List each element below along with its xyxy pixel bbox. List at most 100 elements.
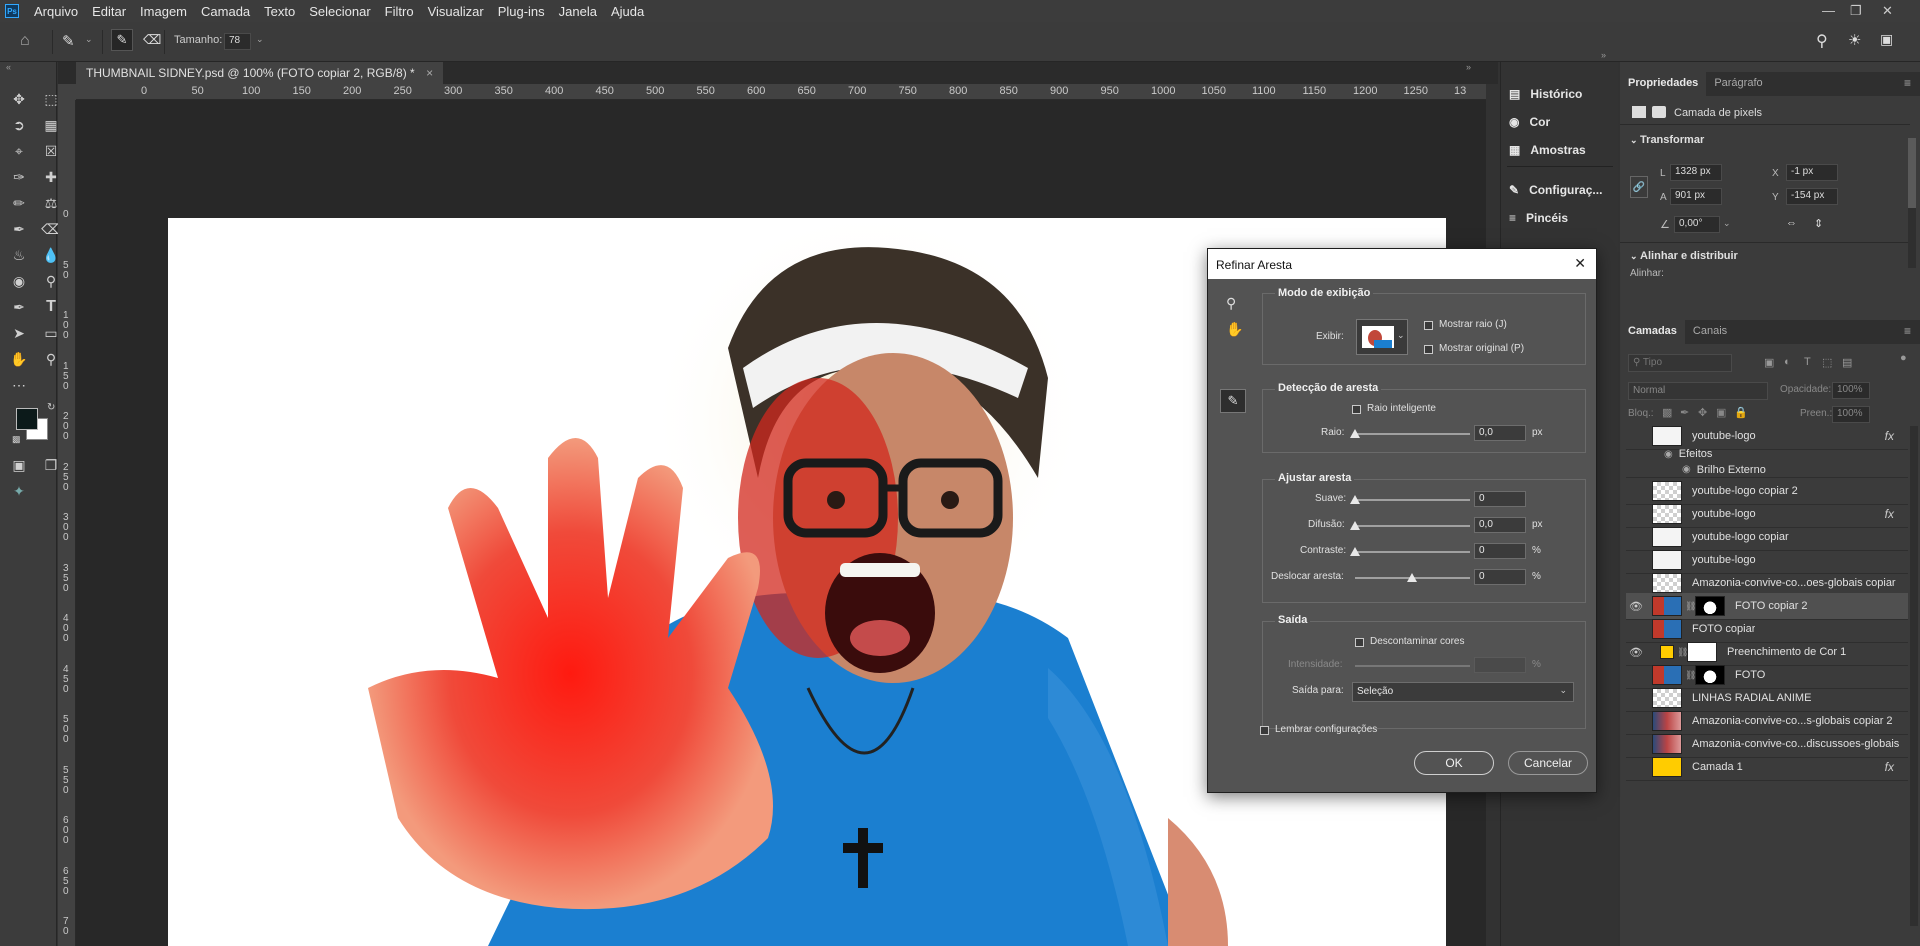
brush-tool-icon[interactable]: ✏	[8, 192, 30, 214]
properties-menu-icon[interactable]: ≡	[1904, 76, 1911, 90]
radius-input[interactable]: 0,0	[1474, 425, 1526, 441]
tab-properties[interactable]: Propriedades	[1620, 72, 1707, 96]
mask-link-icon[interactable]: ⛓	[1677, 647, 1688, 658]
menu-filtro[interactable]: Filtro	[378, 4, 421, 19]
brush-settings-panel-button[interactable]: ✎ Configuraç...	[1509, 180, 1602, 200]
x-position-input[interactable]: -1 px	[1786, 164, 1838, 181]
show-radius-checkbox[interactable]	[1424, 321, 1433, 330]
size-dropdown-chevron-icon[interactable]: ⌄	[256, 34, 264, 45]
show-original-checkbox[interactable]	[1424, 345, 1433, 354]
lock-transparent-icon[interactable]: ▩	[1662, 406, 1672, 419]
erase-refinements-tool-icon[interactable]: ⌫	[143, 32, 161, 48]
document-tab[interactable]: THUMBNAIL SIDNEY.psd @ 100% (FOTO copiar…	[76, 62, 444, 84]
path-selection-tool-icon[interactable]: ➤	[8, 322, 30, 344]
properties-scrollbar[interactable]	[1908, 138, 1916, 268]
search-icon[interactable]: ⚲	[1816, 31, 1828, 51]
more-tools-icon[interactable]: ⋯	[8, 374, 30, 396]
tab-layers[interactable]: Camadas	[1620, 320, 1685, 344]
menu-selecionar[interactable]: Selecionar	[302, 4, 377, 19]
menu-janela[interactable]: Janela	[552, 4, 604, 19]
fx-icon[interactable]: fx	[1885, 429, 1894, 443]
move-tool-icon[interactable]: ✥	[8, 88, 30, 110]
layer-mask-thumbnail[interactable]	[1695, 665, 1725, 685]
foreground-color-swatch-top[interactable]	[16, 408, 38, 430]
filter-toggle-icon[interactable]: ●	[1900, 352, 1907, 364]
swap-colors-icon[interactable]: ↻	[47, 402, 55, 413]
feather-input[interactable]: 0,0	[1474, 517, 1526, 533]
flip-horizontal-icon[interactable]: ⇔	[1786, 217, 1797, 229]
mask-icon[interactable]	[1652, 106, 1666, 118]
effect-row[interactable]: ◉ Brilho Externo	[1626, 462, 1908, 478]
radius-slider[interactable]	[1355, 433, 1470, 435]
remember-settings-checkbox[interactable]	[1260, 726, 1269, 735]
menu-texto[interactable]: Texto	[257, 4, 302, 19]
smart-radius-checkbox[interactable]	[1352, 405, 1361, 414]
link-dimensions-icon[interactable]: 🔗	[1630, 176, 1648, 198]
eye-icon[interactable]: 👁	[1626, 600, 1646, 613]
feather-slider[interactable]	[1355, 525, 1470, 527]
y-position-input[interactable]: -154 px	[1786, 188, 1838, 205]
tool-preset-chevron-icon[interactable]: ⌄	[85, 34, 93, 45]
zoom-tool-icon[interactable]: ⚲	[1226, 295, 1236, 312]
swatches-panel-button[interactable]: ▦ Amostras	[1509, 140, 1586, 160]
eye-icon[interactable]: 👁	[1626, 646, 1646, 659]
mask-link-icon[interactable]: ⛓	[1685, 670, 1696, 681]
tab-channels[interactable]: Canais	[1685, 320, 1735, 344]
default-colors-icon[interactable]: ▩	[12, 434, 21, 445]
minimize-icon[interactable]: —	[1822, 3, 1835, 18]
layer-mask-thumbnail[interactable]	[1695, 596, 1725, 616]
crop-tool-icon[interactable]: ⌖	[8, 140, 30, 162]
smooth-input[interactable]: 0	[1474, 491, 1526, 507]
lock-all-icon[interactable]: 🔒	[1734, 406, 1748, 419]
opacity-input[interactable]: 100%	[1832, 382, 1870, 399]
home-icon[interactable]: ⌂	[20, 32, 30, 50]
mask-link-icon[interactable]: ⛓	[1685, 601, 1696, 612]
eye-icon[interactable]: ◉	[1664, 449, 1673, 460]
feather-slider-thumb[interactable]	[1350, 521, 1360, 530]
angle-input[interactable]: 0,00°	[1674, 216, 1720, 233]
size-input[interactable]: 78	[224, 33, 251, 50]
pen-tool-icon[interactable]: ✒	[8, 296, 30, 318]
hand-tool-icon[interactable]: ✋	[8, 348, 30, 370]
filter-smart-object-icon[interactable]: ▤	[1842, 356, 1852, 369]
contrast-slider-thumb[interactable]	[1350, 547, 1360, 556]
shift-edge-slider-thumb[interactable]	[1407, 573, 1417, 582]
history-brush-tool-icon[interactable]: ✒	[8, 218, 30, 240]
lasso-tool-icon[interactable]: ➲	[8, 114, 30, 136]
menu-plugins[interactable]: Plug-ins	[491, 4, 552, 19]
lock-artboard-icon[interactable]: ▣	[1716, 406, 1726, 419]
layer-mask-thumbnail[interactable]	[1687, 642, 1717, 662]
collapse-toolbar-icon[interactable]: «	[6, 62, 11, 72]
layers-scrollbar[interactable]	[1910, 426, 1918, 926]
quick-selection-tool-icon[interactable]: ✎	[62, 32, 75, 50]
transform-section-title[interactable]: ⌄ Transformar	[1630, 134, 1704, 146]
close-tab-icon[interactable]: ×	[426, 66, 433, 80]
menu-ajuda[interactable]: Ajuda	[604, 4, 651, 19]
width-input[interactable]: 1328 px	[1670, 164, 1722, 181]
paint-bucket-tool-icon[interactable]: ♨	[8, 244, 30, 266]
workspace-icon[interactable]: ▣	[1880, 31, 1893, 48]
filter-pixel-icon[interactable]: ▣	[1764, 356, 1774, 369]
menu-arquivo[interactable]: Arquivo	[27, 4, 85, 19]
layer-row[interactable]: Camada 1 fx	[1626, 754, 1908, 781]
filter-adjustment-icon[interactable]: ◐	[1784, 356, 1791, 368]
height-input[interactable]: 901 px	[1670, 188, 1722, 205]
contrast-input[interactable]: 0	[1474, 543, 1526, 559]
smooth-slider[interactable]	[1355, 499, 1470, 501]
lock-position-icon[interactable]: ✥	[1698, 406, 1707, 419]
decontaminate-checkbox[interactable]	[1355, 638, 1364, 647]
refine-radius-tool-icon[interactable]: ✎	[111, 29, 133, 51]
brushes-panel-button[interactable]: ≡ Pincéis	[1509, 208, 1568, 228]
layers-menu-icon[interactable]: ≡	[1904, 324, 1911, 338]
align-section-title[interactable]: ⌄ Alinhar e distribuir	[1630, 250, 1738, 262]
radius-slider-thumb[interactable]	[1350, 429, 1360, 438]
lock-pixels-icon[interactable]: ✒	[1680, 406, 1689, 419]
layer-filter-input[interactable]: ⚲ Tipo	[1628, 354, 1732, 372]
generative-icon[interactable]: ✦	[8, 480, 30, 502]
menu-imagem[interactable]: Imagem	[133, 4, 194, 19]
blend-mode-select[interactable]: Normal	[1628, 382, 1768, 400]
angle-dropdown-icon[interactable]: ⌄	[1723, 218, 1731, 229]
cancel-button[interactable]: Cancelar	[1508, 751, 1588, 775]
smooth-slider-thumb[interactable]	[1350, 495, 1360, 504]
restore-icon[interactable]: ❐	[1850, 3, 1862, 19]
